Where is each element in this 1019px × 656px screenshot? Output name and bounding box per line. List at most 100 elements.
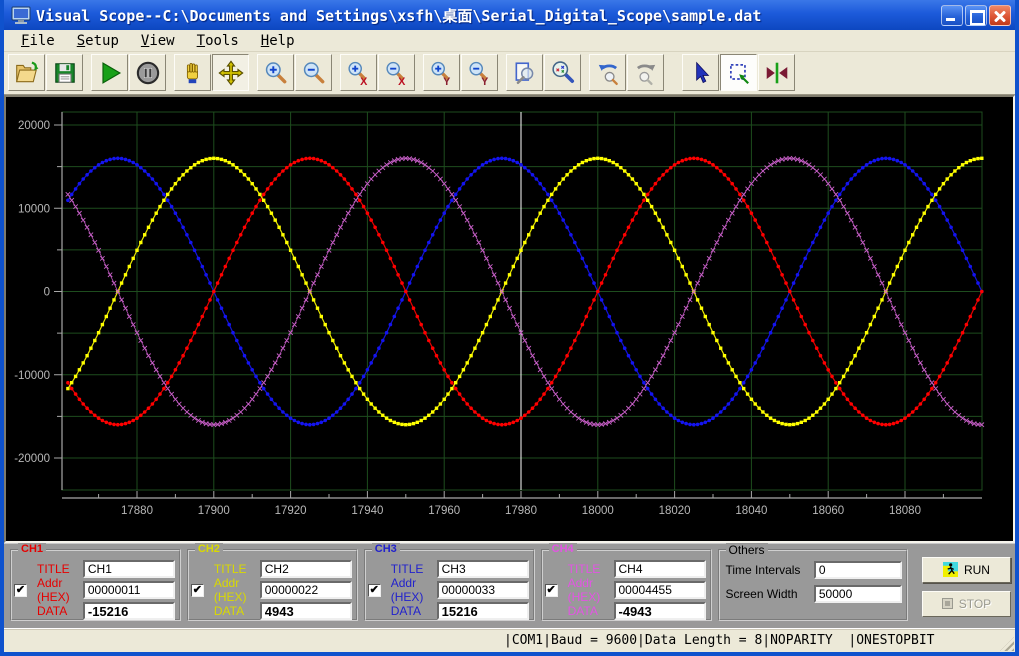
svg-text:17880: 17880 <box>121 505 153 517</box>
title-bar: Visual Scope--C:\Documents and Settings\… <box>4 0 1015 30</box>
svg-text:18060: 18060 <box>812 505 844 517</box>
zoom-in-icon <box>265 61 286 83</box>
stop-button[interactable]: STOP <box>921 590 1012 617</box>
data-label: DATA <box>37 604 68 618</box>
ch4-addr-checkbox[interactable]: ✔ <box>544 583 558 597</box>
svg-text:17900: 17900 <box>198 505 230 517</box>
title-label: TITLE <box>37 562 70 576</box>
maximize-button[interactable] <box>965 4 987 26</box>
ch4-addr-input[interactable] <box>613 581 706 599</box>
menu-file[interactable]: File <box>12 32 64 50</box>
channel-group-ch1: CH1 TITLE ✔ Addr (HEX) DATA <box>10 543 181 621</box>
svg-text:17920: 17920 <box>275 505 307 517</box>
ch3-addr-checkbox[interactable]: ✔ <box>367 583 381 597</box>
ch1-addr-checkbox[interactable]: ✔ <box>14 583 27 597</box>
ch2-data-field <box>259 602 352 620</box>
screen-width-input[interactable] <box>813 585 902 603</box>
ch4-data-field <box>613 602 706 620</box>
addr-label: Addr (HEX) <box>390 576 424 604</box>
svg-text:-20000: -20000 <box>14 453 50 465</box>
status-bar: |COM1|Baud = 9600|Data Length = 8|NOPARI… <box>4 628 1015 652</box>
svg-text:X: X <box>398 75 406 85</box>
zoom-out-y-icon: Y <box>468 61 489 86</box>
addr-label: Addr (HEX) <box>567 576 601 604</box>
channel-group-ch3: CH3 TITLE ✔ Addr (HEX) DATA <box>363 543 535 621</box>
zoom-out-x-icon: X <box>385 61 406 86</box>
addr-label: Addr (HEX) <box>213 576 247 604</box>
cursor-measure-icon <box>766 62 787 83</box>
svg-text:17980: 17980 <box>505 505 537 517</box>
zoom-window-icon <box>515 61 533 84</box>
channel-group-label: CH2 <box>194 543 223 555</box>
zoom-in-y-icon: Y <box>430 61 451 86</box>
redo-zoom-button[interactable] <box>627 54 664 91</box>
save-button[interactable] <box>46 54 83 91</box>
select-arrow-button[interactable] <box>682 54 719 91</box>
ch3-title-input[interactable] <box>436 560 529 578</box>
stop-square-icon <box>941 598 953 609</box>
pause-button-toolbar[interactable] <box>129 54 166 91</box>
data-label: DATA <box>213 604 245 618</box>
app-icon <box>11 6 31 24</box>
zoom-window-button[interactable] <box>506 54 543 91</box>
ch4-title-input[interactable] <box>613 560 706 578</box>
channel-group-label: CH1 <box>18 543 47 555</box>
menu-setup[interactable]: Setup <box>68 32 128 50</box>
svg-text:17960: 17960 <box>428 505 460 517</box>
channel-group-ch2: CH2 TITLE ✔ Addr (HEX) DATA <box>186 543 358 621</box>
status-text: |COM1|Baud = 9600|Data Length = 8|NOPARI… <box>504 633 935 648</box>
open-file-button[interactable] <box>8 54 45 91</box>
others-group: Others Time Intervals Screen Width <box>717 543 908 621</box>
zoom-out-button[interactable] <box>295 54 332 91</box>
zoom-out-x-button[interactable]: X <box>378 54 415 91</box>
ch2-addr-checkbox[interactable]: ✔ <box>190 583 204 597</box>
pan-tool-button[interactable] <box>174 54 211 91</box>
move-tool-button[interactable] <box>212 54 249 91</box>
stop-button-label: STOP <box>958 596 992 611</box>
svg-text:Y: Y <box>481 75 489 85</box>
select-arrow-icon <box>695 61 709 83</box>
data-label: DATA <box>567 604 598 618</box>
undo-zoom-icon <box>598 64 618 85</box>
svg-text:18020: 18020 <box>659 505 691 517</box>
ch1-title-input[interactable] <box>82 560 175 578</box>
run-stop-column: RUN STOP <box>921 549 1012 624</box>
plot-area[interactable]: -20000 -10000 0 10000 20000 17880 17900 17920 17… <box>4 95 1015 543</box>
run-button[interactable]: RUN <box>921 556 1012 583</box>
undo-zoom-button[interactable] <box>589 54 626 91</box>
ch3-addr-input[interactable] <box>436 581 529 599</box>
svg-text:0: 0 <box>44 287 50 299</box>
run-man-icon <box>942 562 958 577</box>
marquee-select-button[interactable] <box>720 54 757 91</box>
zoom-out-y-button[interactable]: Y <box>461 54 498 91</box>
svg-text:20000: 20000 <box>18 120 50 132</box>
time-intervals-input[interactable] <box>813 561 902 579</box>
toolbar: X X Y Y <box>4 52 1015 95</box>
menu-view[interactable]: View <box>132 32 184 50</box>
minimize-button[interactable] <box>941 4 963 26</box>
save-icon <box>54 62 75 83</box>
zoom-all-button[interactable] <box>544 54 581 91</box>
ch1-addr-input[interactable] <box>82 581 175 599</box>
ch2-title-input[interactable] <box>259 560 352 578</box>
marquee-select-icon <box>729 63 749 84</box>
ch2-addr-input[interactable] <box>259 581 352 599</box>
close-button[interactable] <box>989 4 1011 26</box>
resize-grip[interactable] <box>1000 637 1014 651</box>
redo-zoom-icon <box>636 64 655 85</box>
run-button-toolbar[interactable] <box>91 54 128 91</box>
zoom-in-x-button[interactable]: X <box>340 54 377 91</box>
channel-group-label: CH4 <box>548 543 577 555</box>
cursor-measure-button[interactable] <box>758 54 795 91</box>
zoom-in-button[interactable] <box>257 54 294 91</box>
open-file-icon <box>15 61 38 82</box>
move-icon <box>217 59 244 86</box>
channel-group-label: CH3 <box>371 543 400 555</box>
data-label: DATA <box>390 604 421 618</box>
zoom-in-y-button[interactable]: Y <box>423 54 460 91</box>
menu-tools[interactable]: Tools <box>188 32 248 50</box>
zoom-all-icon <box>551 60 574 83</box>
run-button-label: RUN <box>963 562 990 577</box>
channel-control-panel: CH1 TITLE ✔ Addr (HEX) DATA CH2 TITLE <box>4 543 1015 628</box>
menu-help[interactable]: Help <box>252 32 304 50</box>
